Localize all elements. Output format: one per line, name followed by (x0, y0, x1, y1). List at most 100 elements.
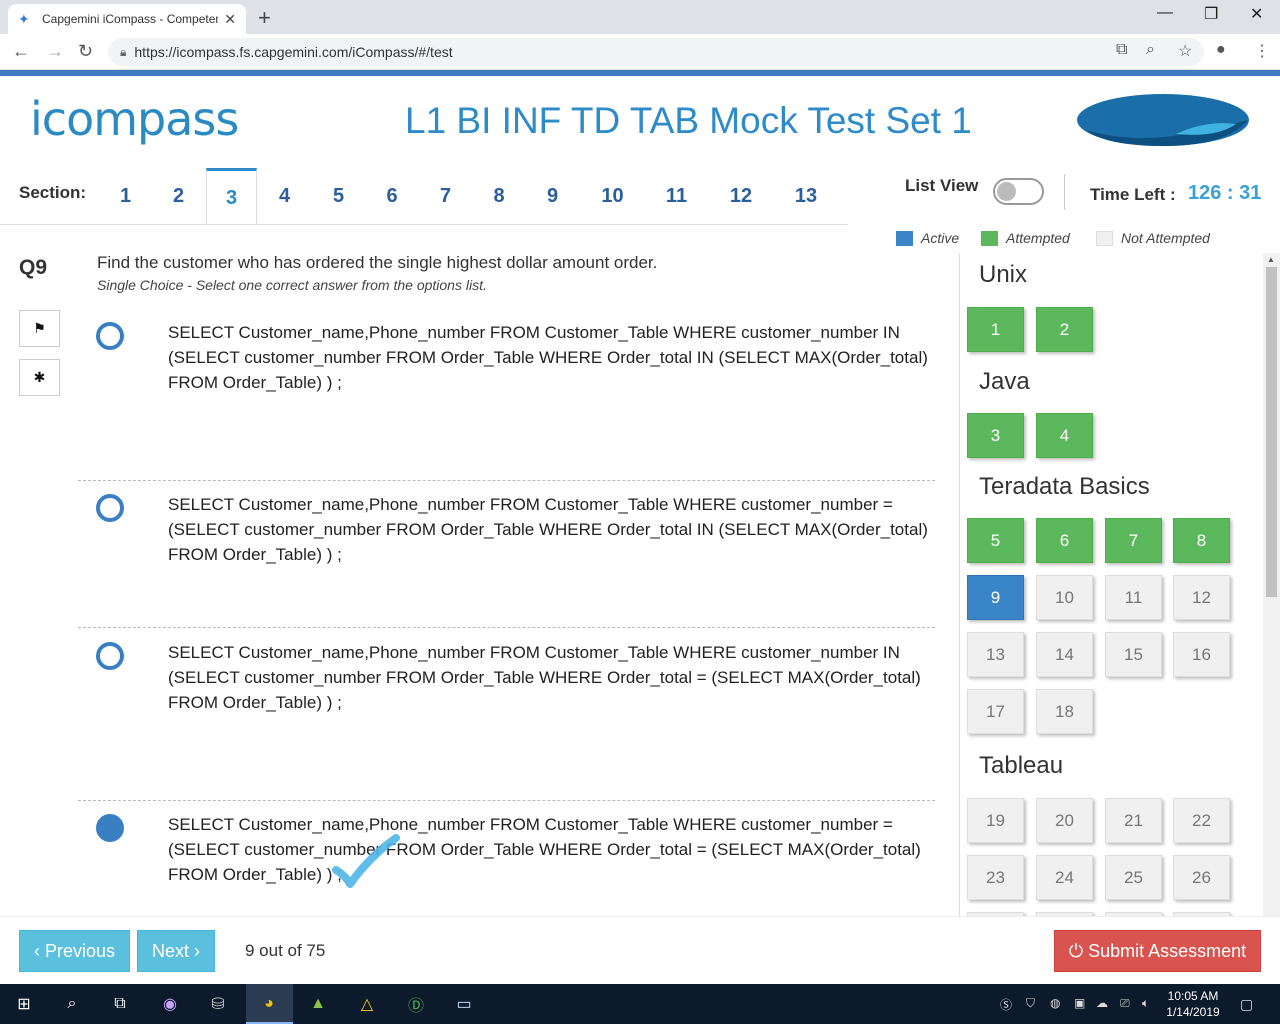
option-radio[interactable] (96, 642, 124, 670)
search-icon[interactable]: ⌕ (60, 992, 84, 1016)
tab-section-11[interactable]: 11 (646, 168, 707, 225)
question-box-26[interactable]: 26 (1173, 855, 1230, 900)
option-divider (78, 627, 935, 628)
tab-section-6[interactable]: 6 (365, 168, 419, 225)
close-window-icon[interactable]: ✕ (1250, 4, 1263, 24)
option-4[interactable]: SELECT Customer_name,Phone_number FROM C… (78, 812, 935, 916)
question-box-18[interactable]: 18 (1036, 689, 1093, 734)
browser-tabbar: ✦ Capgemini iCompass - Competen ✕ + — ❐ … (0, 0, 1280, 34)
zoom-icon[interactable]: ⌕ (1146, 41, 1155, 59)
question-subtext: Single Choice - Select one correct answe… (97, 277, 487, 293)
cloud-icon[interactable]: ☁ (1096, 996, 1108, 1010)
question-box-20[interactable]: 20 (1036, 798, 1093, 843)
question-box-23[interactable]: 23 (967, 855, 1024, 900)
option-radio-selected[interactable] (96, 814, 124, 842)
window-app-icon[interactable]: ▭ (452, 992, 476, 1016)
option-2[interactable]: SELECT Customer_name,Phone_number FROM C… (78, 492, 935, 617)
question-box-14[interactable]: 14 (1036, 632, 1093, 677)
list-view-toggle[interactable] (993, 178, 1044, 205)
tab-section-13[interactable]: 13 (775, 168, 837, 225)
flag-button[interactable]: ⚑ (19, 310, 60, 347)
option-3[interactable]: SELECT Customer_name,Phone_number FROM C… (78, 640, 935, 790)
tray-icon[interactable]: ▣ (1074, 996, 1085, 1010)
database-icon[interactable]: ⛁ (206, 992, 230, 1016)
question-box-9[interactable]: 9 (967, 575, 1024, 620)
question-box-15[interactable]: 15 (1105, 632, 1162, 677)
previous-button[interactable]: ‹ Previous (19, 930, 130, 972)
submit-assessment-button[interactable]: ⏻ Submit Assessment (1054, 930, 1261, 972)
close-tab-icon[interactable]: ✕ (224, 11, 236, 28)
question-box-7[interactable]: 7 (1105, 518, 1162, 563)
browser-tab[interactable]: ✦ Capgemini iCompass - Competen ✕ (8, 4, 246, 34)
question-box-12[interactable]: 12 (1173, 575, 1230, 620)
question-box-6[interactable]: 6 (1036, 518, 1093, 563)
option-radio[interactable] (96, 322, 124, 350)
restore-icon[interactable]: ❐ (1204, 4, 1218, 24)
question-box-3[interactable]: 3 (967, 413, 1024, 458)
question-box-17[interactable]: 17 (967, 689, 1024, 734)
report-bug-button[interactable]: ✱ (19, 359, 60, 396)
question-box-10[interactable]: 10 (1036, 575, 1093, 620)
tab-section-10[interactable]: 10 (579, 168, 646, 225)
new-tab-icon[interactable]: + (258, 5, 271, 31)
question-box-4[interactable]: 4 (1036, 413, 1093, 458)
question-box-16[interactable]: 16 (1173, 632, 1230, 677)
question-box-24[interactable]: 24 (1036, 855, 1093, 900)
question-box-1[interactable]: 1 (967, 307, 1024, 352)
url-field[interactable]: 🔒︎ https://icompass.fs.capgemini.com/iCo… (108, 38, 1204, 66)
profile-icon[interactable]: ● (1216, 41, 1226, 59)
question-box-22[interactable]: 22 (1173, 798, 1230, 843)
notifications-icon[interactable]: ▢ (1240, 996, 1253, 1013)
skype-icon[interactable]: Ⓢ (1000, 996, 1012, 1013)
question-box-13[interactable]: 13 (967, 632, 1024, 677)
network-icon[interactable]: ⎚ (1120, 996, 1130, 1011)
group-title: Unix (979, 261, 1028, 288)
question-palette: Unix 1 2 Java 3 4 Teradata Basics 5 6 7 8 9 10 11 12 13… (959, 253, 1262, 916)
forward-icon[interactable]: → (46, 41, 64, 62)
d-app-icon[interactable]: Ⓓ (404, 992, 428, 1016)
scroll-up-icon[interactable]: ▲ (1267, 255, 1275, 264)
question-box-19[interactable]: 19 (967, 798, 1024, 843)
warning-app-icon[interactable]: △ (355, 992, 379, 1016)
eclipse-icon[interactable]: ◉ (158, 992, 182, 1016)
question-box-5[interactable]: 5 (967, 518, 1024, 563)
blocked-popup-icon[interactable]: ⧉ (1116, 41, 1127, 59)
time-left-label: Time Left : (1090, 185, 1176, 204)
tab-section-2[interactable]: 2 (151, 168, 206, 225)
tray-icon[interactable]: ◍ (1050, 996, 1060, 1010)
divider (1064, 174, 1065, 210)
tab-section-9[interactable]: 9 (526, 168, 579, 225)
menu-icon[interactable]: ⋮ (1254, 41, 1270, 61)
option-1[interactable]: SELECT Customer_name,Phone_number FROM C… (78, 320, 935, 470)
minimize-icon[interactable]: — (1157, 4, 1173, 22)
legend-swatch-attempted (981, 230, 998, 246)
tab-section-3[interactable]: 3 (206, 168, 257, 225)
bookmark-star-icon[interactable]: ☆ (1178, 41, 1192, 61)
tab-section-5[interactable]: 5 (312, 168, 365, 225)
tray-icon[interactable]: ⛉ (1026, 996, 1035, 1011)
chrome-icon[interactable]: ◕ (257, 992, 281, 1016)
question-box-2[interactable]: 2 (1036, 307, 1093, 352)
reload-icon[interactable]: ↻ (78, 41, 93, 62)
task-view-icon[interactable]: ⧉ (108, 992, 132, 1016)
tab-section-4[interactable]: 4 (257, 168, 312, 225)
tab-section-12[interactable]: 12 (707, 168, 775, 225)
url-text: https://icompass.fs.capgemini.com/iCompa… (134, 44, 453, 60)
app-icon[interactable]: ▲ (306, 992, 330, 1016)
time-left-value: 126 : 31 (1188, 182, 1262, 204)
tab-section-1[interactable]: 1 (100, 168, 151, 225)
question-box-25[interactable]: 25 (1105, 855, 1162, 900)
clock[interactable]: 10:05 AM 1/14/2019 (1162, 988, 1224, 1020)
tab-section-7[interactable]: 7 (419, 168, 472, 225)
back-icon[interactable]: ← (12, 41, 30, 62)
volume-icon[interactable]: 🔈︎ (1142, 996, 1149, 1011)
option-radio[interactable] (96, 494, 124, 522)
palette-scrollbar[interactable]: ▲ (1263, 253, 1280, 916)
next-button[interactable]: Next › (137, 930, 215, 972)
tab-section-8[interactable]: 8 (472, 168, 526, 225)
scrollbar-thumb[interactable] (1266, 267, 1277, 597)
question-box-11[interactable]: 11 (1105, 575, 1162, 620)
windows-start-icon[interactable]: ⊞ (12, 992, 36, 1016)
question-box-8[interactable]: 8 (1173, 518, 1230, 563)
question-box-21[interactable]: 21 (1105, 798, 1162, 843)
